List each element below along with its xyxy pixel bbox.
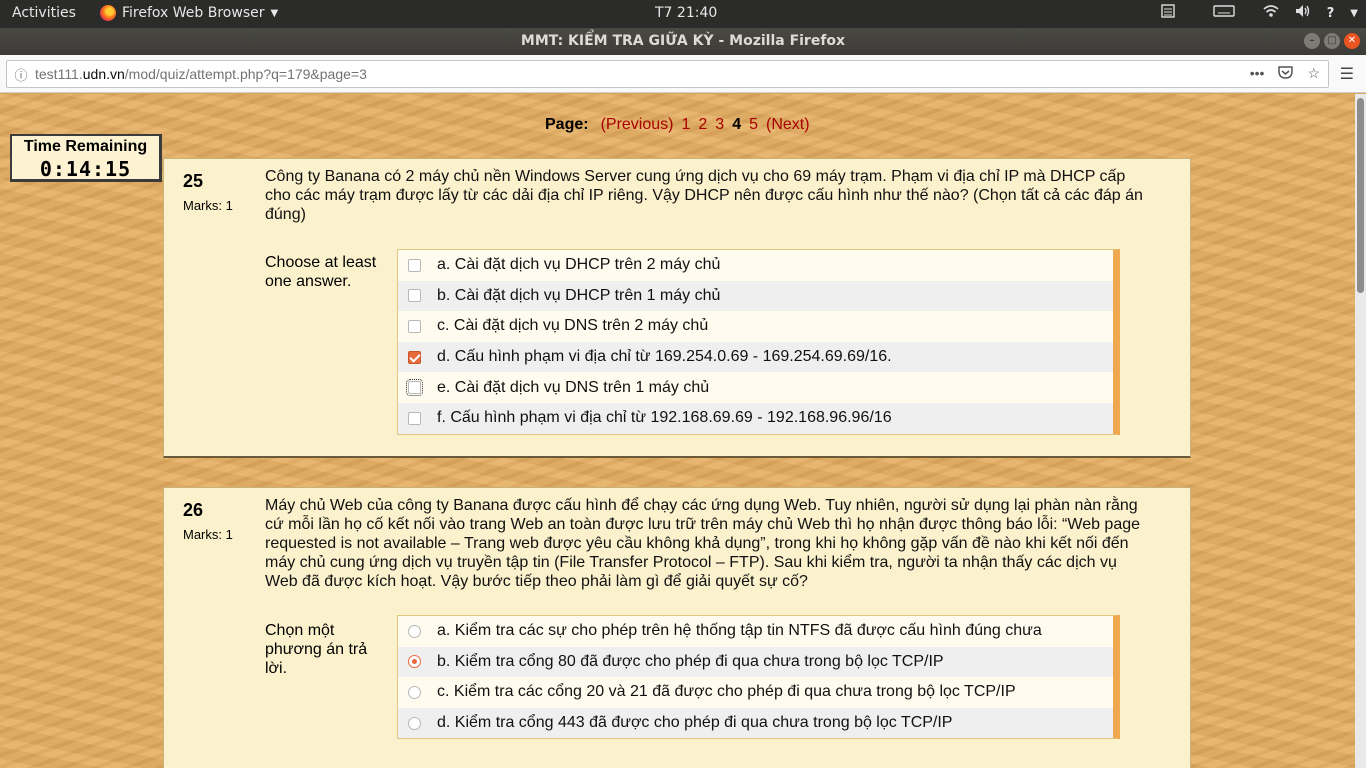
answer-label: b. Cài đặt dịch vụ DHCP trên 1 máy chủ (437, 286, 721, 304)
pager-previous-link[interactable]: (Previous) (601, 116, 674, 134)
answer-label: d. Cấu hình phạm vi địa chỉ từ 169.254.0… (437, 348, 892, 366)
answer-label: b. Kiểm tra cổng 80 đã được cho phép đi … (437, 652, 944, 670)
answer-label: f. Cấu hình phạm vi địa chỉ từ 192.168.6… (437, 409, 892, 427)
page-navigation: Page: (Previous) 1 2 3 4 5 (Next) (545, 116, 810, 134)
pager-link-1[interactable]: 1 (681, 116, 690, 134)
volume-icon[interactable] (1295, 4, 1311, 22)
page-content: Page: (Previous) 1 2 3 4 5 (Next) Time R… (0, 94, 1355, 768)
question-text: Máy chủ Web của công ty Banana được cấu … (265, 497, 1141, 590)
question-marks: Marks: 1 (183, 527, 233, 542)
system-menu-arrow-icon[interactable]: ▼ (1350, 8, 1358, 19)
help-icon[interactable]: ? (1327, 6, 1335, 21)
answer-label: a. Kiểm tra các sự cho phép trên hệ thốn… (437, 622, 1042, 640)
checkbox[interactable] (408, 319, 421, 333)
navigation-toolbar: ⓘ test111.udn.vn/mod/quiz/attempt.php?q=… (0, 55, 1366, 93)
dropdown-arrow-icon: ▼ (270, 7, 279, 19)
answer-option[interactable]: a. Cài đặt dịch vụ DHCP trên 2 máy chủ (398, 250, 1113, 281)
question-26: 26 Marks: 1 Máy chủ Web của công ty Bana… (163, 487, 1191, 768)
pocket-icon[interactable] (1278, 65, 1294, 82)
checkbox[interactable] (406, 379, 423, 397)
url-bar[interactable]: ⓘ test111.udn.vn/mod/quiz/attempt.php?q=… (6, 60, 1329, 88)
bookmark-star-icon[interactable]: ☆ (1307, 65, 1320, 82)
answer-label: c. Kiểm tra các cổng 20 và 21 đã được ch… (437, 683, 1016, 701)
answer-label: a. Cài đặt dịch vụ DHCP trên 2 máy chủ (437, 256, 721, 274)
timer-value: 0:14:15 (39, 157, 132, 181)
firefox-icon (100, 5, 116, 21)
answer-option[interactable]: f. Cấu hình phạm vi địa chỉ từ 192.168.6… (398, 402, 1113, 434)
answer-prompt: Chọn một phương án trả lời. (265, 622, 368, 677)
pager-link-5[interactable]: 5 (749, 116, 758, 134)
activities-button[interactable]: Activities (12, 5, 76, 21)
checkbox[interactable] (408, 411, 421, 425)
pager-link-3[interactable]: 3 (715, 116, 724, 134)
answer-option[interactable]: a. Kiểm tra các sự cho phép trên hệ thốn… (398, 616, 1113, 647)
maximize-button[interactable]: □ (1324, 33, 1340, 49)
question-marks: Marks: 1 (183, 198, 233, 213)
checkbox[interactable] (408, 289, 421, 303)
answer-option[interactable]: e. Cài đặt dịch vụ DNS trên 1 máy chủ (398, 372, 1113, 403)
site-info-icon[interactable]: ⓘ (7, 65, 35, 84)
answer-list: a. Cài đặt dịch vụ DHCP trên 2 máy chủ b… (397, 249, 1120, 435)
window-title: MMT: KIỂM TRA GIỮA KỲ - Mozilla Firefox (520, 33, 846, 49)
question-25: 25 Marks: 1 Công ty Banana có 2 máy chủ … (163, 158, 1191, 458)
wifi-icon[interactable] (1263, 4, 1279, 22)
time-remaining-box: Time Remaining 0:14:15 (10, 134, 162, 182)
question-number: 25 (183, 171, 204, 191)
pager-label: Page: (545, 116, 589, 133)
question-number: 26 (183, 500, 204, 520)
pager-next-link[interactable]: (Next) (766, 116, 810, 134)
answer-option[interactable]: c. Kiểm tra các cổng 20 và 21 đã được ch… (398, 677, 1113, 708)
timer-label: Time Remaining (23, 138, 148, 155)
close-button[interactable]: ✕ (1344, 33, 1360, 49)
notes-icon[interactable] (1161, 4, 1175, 22)
answer-option[interactable]: b. Kiểm tra cổng 80 đã được cho phép đi … (398, 646, 1113, 678)
system-tray: ? ▼ (1161, 4, 1366, 22)
page-actions-icon[interactable]: ••• (1250, 65, 1265, 82)
app-menu[interactable]: Firefox Web Browser ▼ (100, 5, 278, 21)
answer-label: e. Cài đặt dịch vụ DNS trên 1 máy chủ (437, 378, 710, 396)
question-text: Công ty Banana có 2 máy chủ nền Windows … (265, 168, 1143, 223)
clock[interactable]: T7 21:40 (655, 5, 717, 21)
answer-option[interactable]: d. Cấu hình phạm vi địa chỉ từ 169.254.0… (398, 341, 1113, 373)
url-text: test111.udn.vn/mod/quiz/attempt.php?q=17… (35, 66, 367, 82)
window-titlebar: MMT: KIỂM TRA GIỮA KỲ - Mozilla Firefox … (0, 28, 1366, 55)
url-actions: ••• ☆ (1250, 65, 1320, 82)
window-controls: – □ ✕ (1304, 33, 1360, 49)
system-top-bar: Activities Firefox Web Browser ▼ T7 21:4… (0, 0, 1366, 28)
hamburger-menu-icon[interactable]: ☰ (1340, 64, 1354, 84)
scrollbar-thumb[interactable] (1357, 98, 1364, 293)
radio-button-selected[interactable] (408, 655, 421, 669)
answer-option[interactable]: c. Cài đặt dịch vụ DNS trên 2 máy chủ (398, 311, 1113, 342)
keyboard-icon[interactable] (1213, 5, 1235, 21)
answer-list: a. Kiểm tra các sự cho phép trên hệ thốn… (397, 615, 1120, 740)
checkbox-checked[interactable] (408, 350, 421, 364)
radio-button[interactable] (408, 685, 421, 699)
radio-button[interactable] (408, 624, 421, 638)
answer-label: d. Kiểm tra cổng 443 đã được cho phép đi… (437, 714, 953, 732)
radio-button[interactable] (408, 716, 421, 730)
answer-prompt: Choose at least one answer. (265, 254, 377, 290)
checkbox[interactable] (408, 258, 421, 272)
app-menu-label: Firefox Web Browser (122, 5, 265, 21)
pager-link-2[interactable]: 2 (698, 116, 707, 134)
minimize-button[interactable]: – (1304, 33, 1320, 49)
answer-label: c. Cài đặt dịch vụ DNS trên 2 máy chủ (437, 317, 709, 335)
answer-option[interactable]: d. Kiểm tra cổng 443 đã được cho phép đi… (398, 707, 1113, 739)
page-scrollbar[interactable] (1355, 94, 1366, 768)
pager-current-page: 4 (732, 116, 742, 133)
answer-option[interactable]: b. Cài đặt dịch vụ DHCP trên 1 máy chủ (398, 280, 1113, 312)
